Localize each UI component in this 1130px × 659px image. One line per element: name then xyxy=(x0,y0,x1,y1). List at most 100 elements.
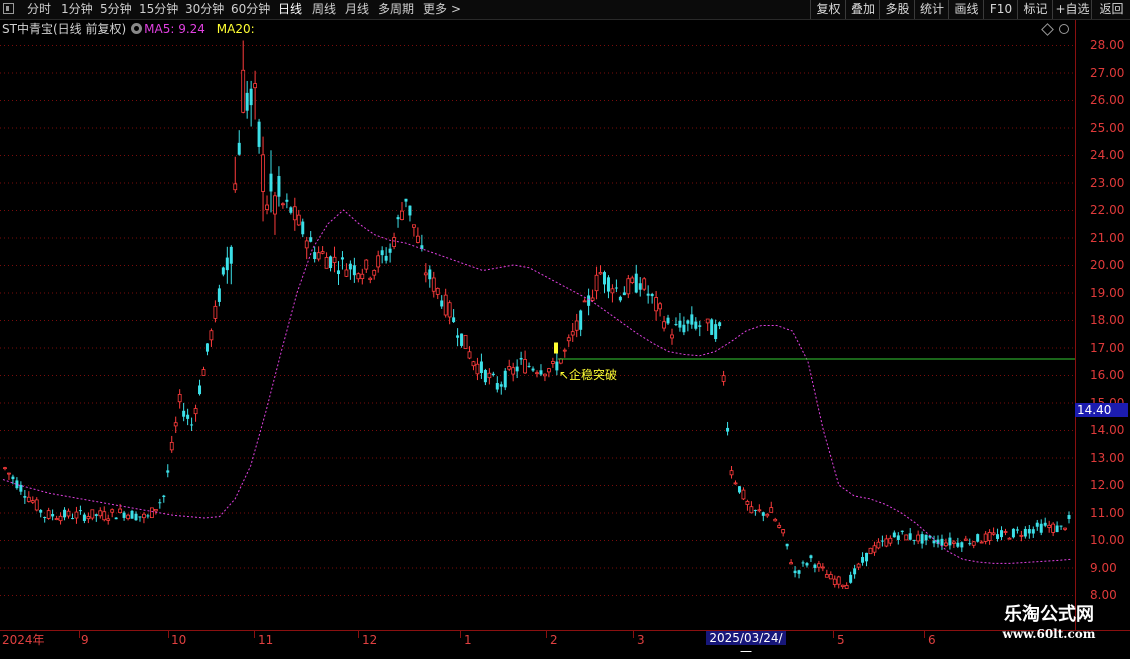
candle xyxy=(142,512,146,524)
candle xyxy=(773,517,778,522)
candle xyxy=(110,508,115,518)
candle-body xyxy=(840,584,845,588)
indicator-info-bar: ST中青宝(日线 前复权) MA5: 9.24 MA20: xyxy=(0,20,257,38)
candle-body xyxy=(797,570,801,574)
candle-body xyxy=(729,470,734,476)
date-tick xyxy=(633,631,634,638)
candle-body xyxy=(324,257,329,269)
candle-body xyxy=(765,513,770,517)
candle-body xyxy=(666,317,670,324)
candle xyxy=(1015,526,1019,534)
date-axis: 2024年 9 10 11 12 1 2 3 5 6 xyxy=(0,630,1130,651)
candle-body xyxy=(523,359,527,374)
candle xyxy=(828,571,833,580)
candle xyxy=(861,552,865,566)
candle xyxy=(686,319,690,332)
candle-body xyxy=(983,533,988,542)
candle-body xyxy=(408,205,412,216)
candle-body xyxy=(694,321,698,329)
candle-body xyxy=(400,210,404,221)
candle-body xyxy=(932,540,936,544)
candle-body xyxy=(309,237,313,242)
candle-body xyxy=(582,300,587,303)
candle xyxy=(456,328,460,347)
candle-body xyxy=(428,269,432,280)
candle xyxy=(507,359,512,372)
candle xyxy=(547,367,551,378)
candle-body xyxy=(292,206,297,221)
kline-chart[interactable] xyxy=(0,0,1130,650)
candle-body xyxy=(828,574,833,580)
candle-body xyxy=(190,424,194,426)
candle xyxy=(579,309,583,337)
candle xyxy=(499,381,503,395)
candle xyxy=(1051,522,1056,537)
candle-body xyxy=(678,320,682,328)
candle-body xyxy=(515,366,519,372)
candle xyxy=(186,408,190,426)
candle-body xyxy=(146,515,150,517)
candle xyxy=(630,275,635,285)
candle xyxy=(360,268,365,285)
candle-body xyxy=(658,303,662,310)
candle-body xyxy=(1003,531,1008,533)
candle xyxy=(1031,526,1035,538)
candle xyxy=(805,561,809,568)
price-label: 28.00 xyxy=(1090,38,1125,52)
candle-body xyxy=(920,534,924,544)
candle-body xyxy=(816,563,821,568)
candle-body xyxy=(39,510,43,513)
candle xyxy=(412,224,416,237)
candle-body xyxy=(908,533,912,540)
candle-body xyxy=(710,319,714,335)
candle-body xyxy=(1059,525,1063,527)
candle-body xyxy=(733,482,738,485)
crosshair-date-label: 2025/03/24/一 xyxy=(706,631,786,659)
date-tick xyxy=(358,631,359,638)
candle xyxy=(86,512,91,524)
candle xyxy=(924,534,928,546)
candle xyxy=(729,466,734,479)
candle-body xyxy=(431,277,436,292)
price-label: 24.00 xyxy=(1090,148,1125,162)
candle-body xyxy=(622,292,626,296)
candle xyxy=(884,534,889,548)
candle xyxy=(670,328,674,345)
candle-body xyxy=(452,317,456,323)
candle-body xyxy=(201,369,206,376)
candle-body xyxy=(356,273,361,280)
candle xyxy=(285,193,289,209)
candle xyxy=(58,512,63,525)
candle-body xyxy=(550,361,555,364)
candle xyxy=(920,531,924,549)
candle xyxy=(733,480,738,485)
candle-body xyxy=(435,287,440,295)
candle xyxy=(39,509,43,518)
candle xyxy=(249,80,253,127)
candle xyxy=(420,234,424,252)
candle-body xyxy=(535,372,539,375)
candle-body xyxy=(78,510,82,512)
candle xyxy=(991,527,996,536)
date-label: 12 xyxy=(362,633,378,647)
candle xyxy=(138,516,142,522)
candle-body xyxy=(26,496,31,502)
circle-icon[interactable] xyxy=(1059,24,1069,34)
candle-body xyxy=(865,552,869,562)
price-label: 17.00 xyxy=(1090,340,1125,355)
settings-gear-icon[interactable] xyxy=(131,23,143,34)
candle xyxy=(555,353,559,376)
candle xyxy=(289,206,293,215)
candle-body xyxy=(63,509,67,518)
candle-body xyxy=(968,543,972,545)
candle xyxy=(844,582,849,589)
candle-body xyxy=(66,510,71,517)
candle xyxy=(590,289,595,302)
candle xyxy=(976,533,980,543)
candle xyxy=(277,166,281,207)
price-label: 21.00 xyxy=(1090,230,1125,245)
candle xyxy=(237,130,241,156)
candle-body xyxy=(594,274,599,292)
candle-body xyxy=(547,368,551,373)
candle-body xyxy=(844,585,849,589)
